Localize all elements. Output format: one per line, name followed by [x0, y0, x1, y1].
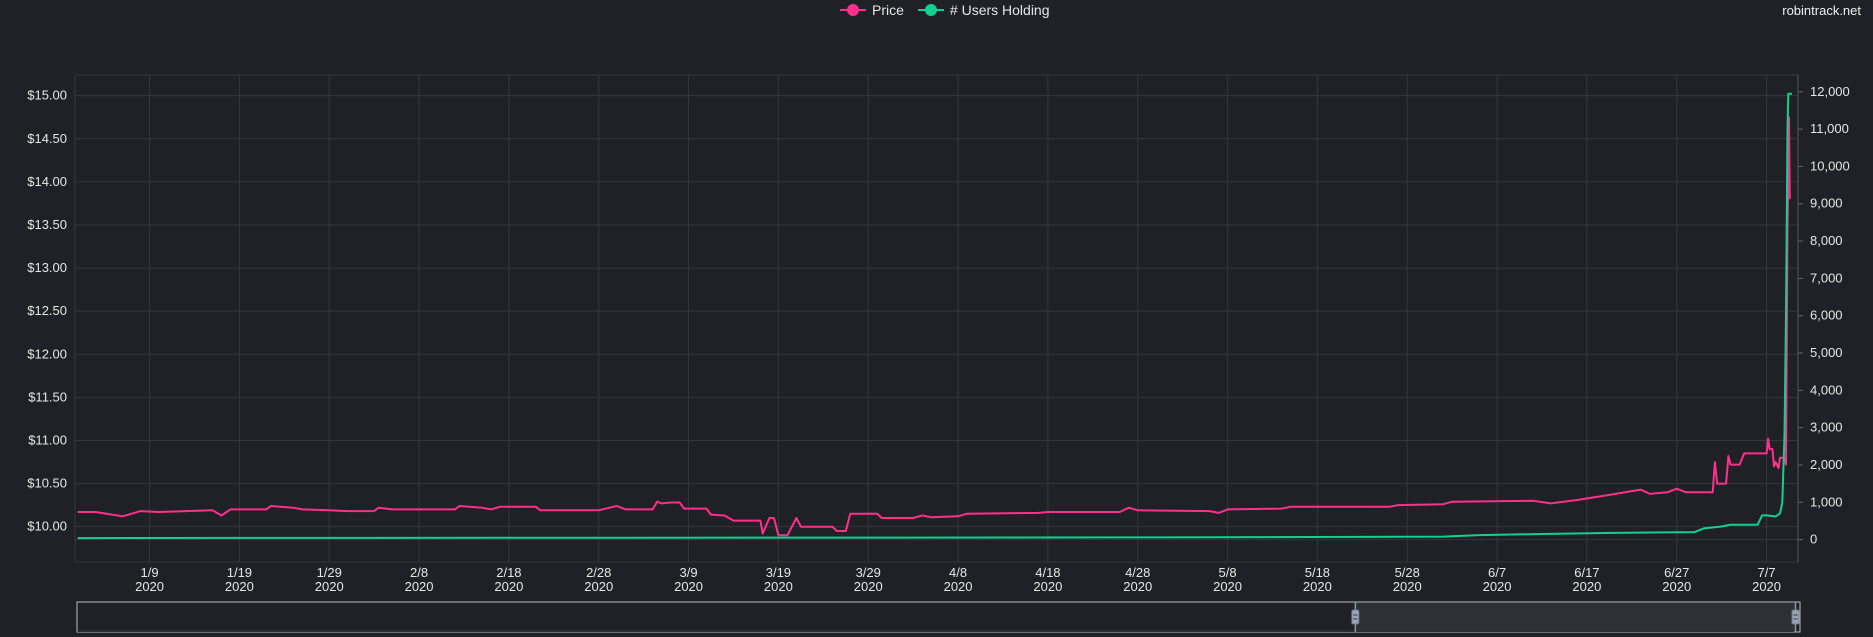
x-tick-label: 5/28 [1395, 565, 1420, 580]
x-tick-label: 2/18 [496, 565, 521, 580]
y-left-tick-label: $14.50 [27, 131, 67, 146]
x-tick-year: 2020 [1303, 579, 1332, 594]
y-right-tick-label: 1,000 [1810, 494, 1843, 509]
x-tick-year: 2020 [1662, 579, 1691, 594]
x-tick-label: 1/19 [227, 565, 252, 580]
x-tick-year: 2020 [1213, 579, 1242, 594]
y-right-tick-label: 12,000 [1810, 84, 1850, 99]
y-right-tick-label: 3,000 [1810, 420, 1843, 435]
x-tick-label: 2/8 [410, 565, 428, 580]
y-left-tick-label: $12.00 [27, 346, 67, 361]
y-left-tick-label: $11.50 [28, 389, 67, 404]
x-tick-year: 2020 [315, 579, 344, 594]
x-tick-year: 2020 [674, 579, 703, 594]
x-tick-label: 3/29 [856, 565, 881, 580]
plot-area [74, 74, 1799, 563]
users-series-line [77, 92, 1792, 540]
x-tick-year: 2020 [1752, 579, 1781, 594]
y-left-tick-label: $13.00 [27, 260, 67, 275]
x-tick-label: 3/19 [766, 565, 791, 580]
x-tick-label: 6/27 [1664, 565, 1689, 580]
y-right-tick-label: 0 [1810, 532, 1817, 547]
y-left-tick-label: $11.00 [28, 432, 67, 447]
range-handle-right[interactable] [1791, 609, 1800, 625]
x-tick-year: 2020 [225, 579, 254, 594]
chart: $10.00 $10.50 $11.00 $11.50 $12.00 $12.50 $13.… [27, 74, 1850, 633]
x-tick-year: 2020 [1033, 579, 1062, 594]
x-tick-year: 2020 [764, 579, 793, 594]
y-right-tick-label: 7,000 [1810, 270, 1843, 285]
x-tick-label: 4/18 [1035, 565, 1060, 580]
x-tick-year: 2020 [1572, 579, 1601, 594]
y-left-tick-label: $15.00 [27, 88, 67, 103]
y-left-tick-label: $14.00 [27, 174, 67, 189]
y-right-tick-label: 5,000 [1810, 345, 1843, 360]
x-tick-label: 4/28 [1125, 565, 1150, 580]
x-tick-label: 1/29 [317, 565, 342, 580]
y-left-tick-label: $10.00 [27, 519, 67, 534]
y-right-tick-label: 2,000 [1810, 457, 1843, 472]
x-tick-year: 2020 [854, 579, 883, 594]
y-right-tick-label: 11,000 [1810, 121, 1849, 136]
y-right-tick-label: 4,000 [1810, 382, 1843, 397]
x-tick-year: 2020 [584, 579, 613, 594]
x-tick-label: 5/8 [1219, 565, 1237, 580]
x-tick-year: 2020 [1393, 579, 1422, 594]
y-right-tick-label: 8,000 [1810, 233, 1843, 248]
x-tick-label: 4/8 [949, 565, 967, 580]
price-series-line [77, 116, 1791, 537]
x-tick-label: 3/9 [680, 565, 698, 580]
range-slider-selection[interactable] [1355, 603, 1796, 631]
x-tick-year: 2020 [1483, 579, 1512, 594]
x-tick-year: 2020 [944, 579, 973, 594]
x-tick-label: 6/17 [1574, 565, 1599, 580]
x-tick-label: 1/9 [141, 565, 159, 580]
x-tick-label: 5/18 [1305, 565, 1330, 580]
y-left-tick-label: $12.50 [27, 303, 67, 318]
y-right-tick-label: 9,000 [1810, 196, 1843, 211]
y-left-tick-label: $10.50 [27, 476, 67, 491]
y-right-tick-label: 10,000 [1810, 158, 1850, 173]
y-left-tick-label: $13.50 [27, 217, 67, 232]
x-tick-label: 2/28 [586, 565, 611, 580]
x-tick-year: 2020 [135, 579, 164, 594]
x-tick-year: 2020 [494, 579, 523, 594]
y-right-tick-label: 6,000 [1810, 308, 1843, 323]
x-tick-label: 6/7 [1488, 565, 1506, 580]
x-tick-year: 2020 [405, 579, 434, 594]
range-handle-left[interactable] [1351, 609, 1360, 625]
x-tick-label: 7/7 [1758, 565, 1776, 580]
x-tick-year: 2020 [1123, 579, 1152, 594]
